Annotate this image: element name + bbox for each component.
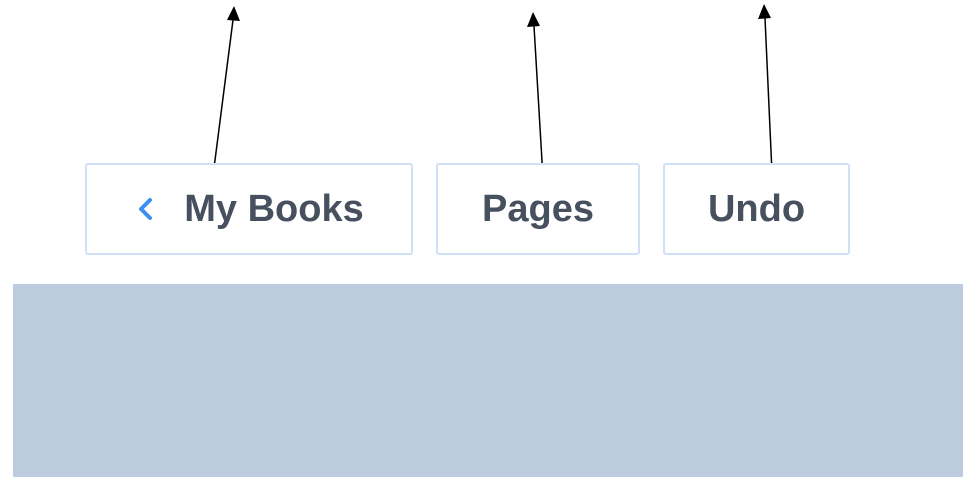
content-panel — [13, 284, 963, 477]
arrow-to-pages — [527, 12, 544, 179]
undo-label: Undo — [707, 187, 806, 230]
arrow-to-undo — [758, 4, 773, 174]
annotation-arrows — [213, 4, 773, 179]
pages-button[interactable]: Pages — [436, 163, 640, 255]
my-books-label: My Books — [184, 187, 364, 230]
screen: My Books Pages Undo — [0, 0, 963, 477]
chevron-left-icon — [139, 198, 153, 220]
undo-button[interactable]: Undo — [663, 163, 850, 255]
my-books-button[interactable]: My Books — [85, 163, 413, 255]
arrow-to-my-books — [213, 6, 240, 169]
pages-label: Pages — [482, 187, 594, 230]
